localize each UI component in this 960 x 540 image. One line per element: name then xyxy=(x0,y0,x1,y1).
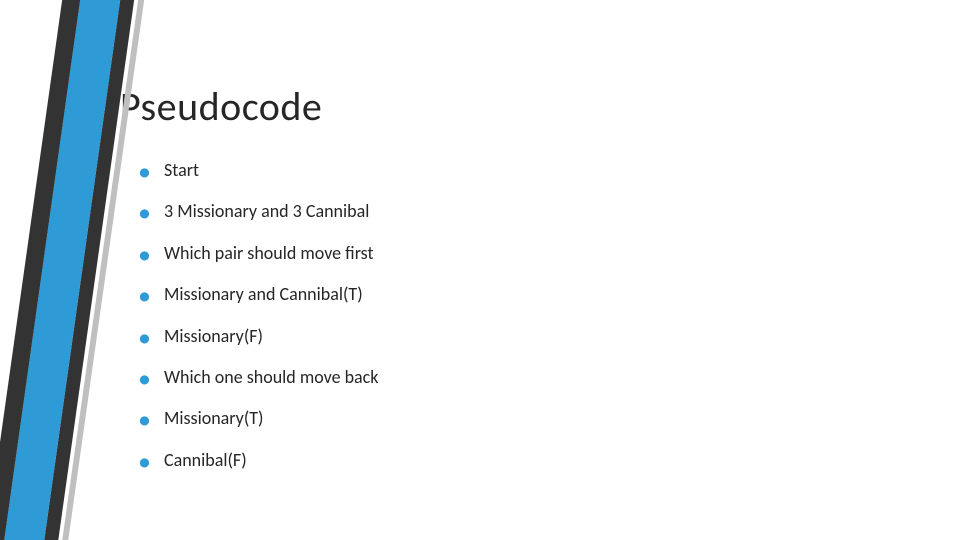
list-item: Missionary and Cannibal(T) xyxy=(138,283,920,306)
list-item: Missionary(F) xyxy=(138,325,920,348)
list-item: 3 Missionary and 3 Cannibal xyxy=(138,200,920,223)
list-item: Which one should move back xyxy=(138,366,920,389)
list-item: Start xyxy=(138,159,920,182)
slide: Pseudocode Start 3 Missionary and 3 Cann… xyxy=(0,0,960,540)
page-title: Pseudocode xyxy=(120,82,920,131)
bullet-list: Start 3 Missionary and 3 Cannibal Which … xyxy=(120,159,920,472)
list-item: Missionary(T) xyxy=(138,407,920,430)
content-area: Pseudocode Start 3 Missionary and 3 Cann… xyxy=(120,82,920,490)
list-item: Which pair should move first xyxy=(138,242,920,265)
list-item: Cannibal(F) xyxy=(138,449,920,472)
